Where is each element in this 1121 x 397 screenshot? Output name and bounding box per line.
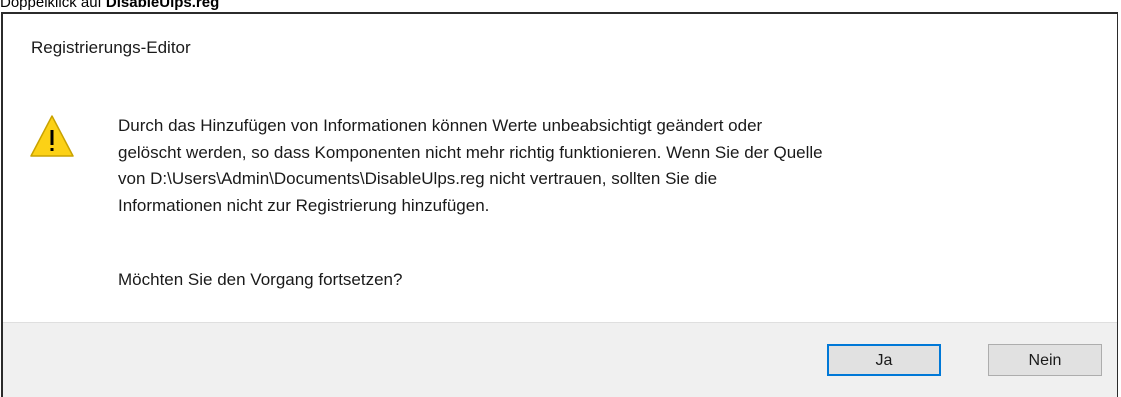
dialog-title: Registrierungs-Editor [31, 38, 191, 57]
dialog-message: Durch das Hinzufügen von Informationen k… [118, 113, 1093, 219]
caption-filename: DisableUlps.reg [105, 0, 220, 11]
dialog-question: Möchten Sie den Vorgang fortsetzen? [118, 270, 403, 289]
dialog-button-bar: Ja Nein [3, 322, 1117, 397]
caption-prefix: Doppelklick auf [0, 0, 106, 11]
message-line: von D:\Users\Admin\Documents\DisableUlps… [118, 169, 718, 188]
registry-editor-dialog: Registrierungs-Editor Durch das Hinzufüg… [1, 12, 1118, 397]
warning-icon [30, 115, 74, 157]
document-caption: Doppelklick auf DisableUlps.reg [0, 0, 219, 12]
yes-button[interactable]: Ja [827, 344, 941, 376]
message-line: Informationen nicht zur Registrierung hi… [118, 195, 490, 215]
no-button[interactable]: Nein [988, 344, 1102, 376]
message-line: gelöscht werden, so dass Komponenten nic… [118, 142, 823, 162]
message-line: Durch das Hinzufügen von Informationen k… [118, 116, 763, 135]
